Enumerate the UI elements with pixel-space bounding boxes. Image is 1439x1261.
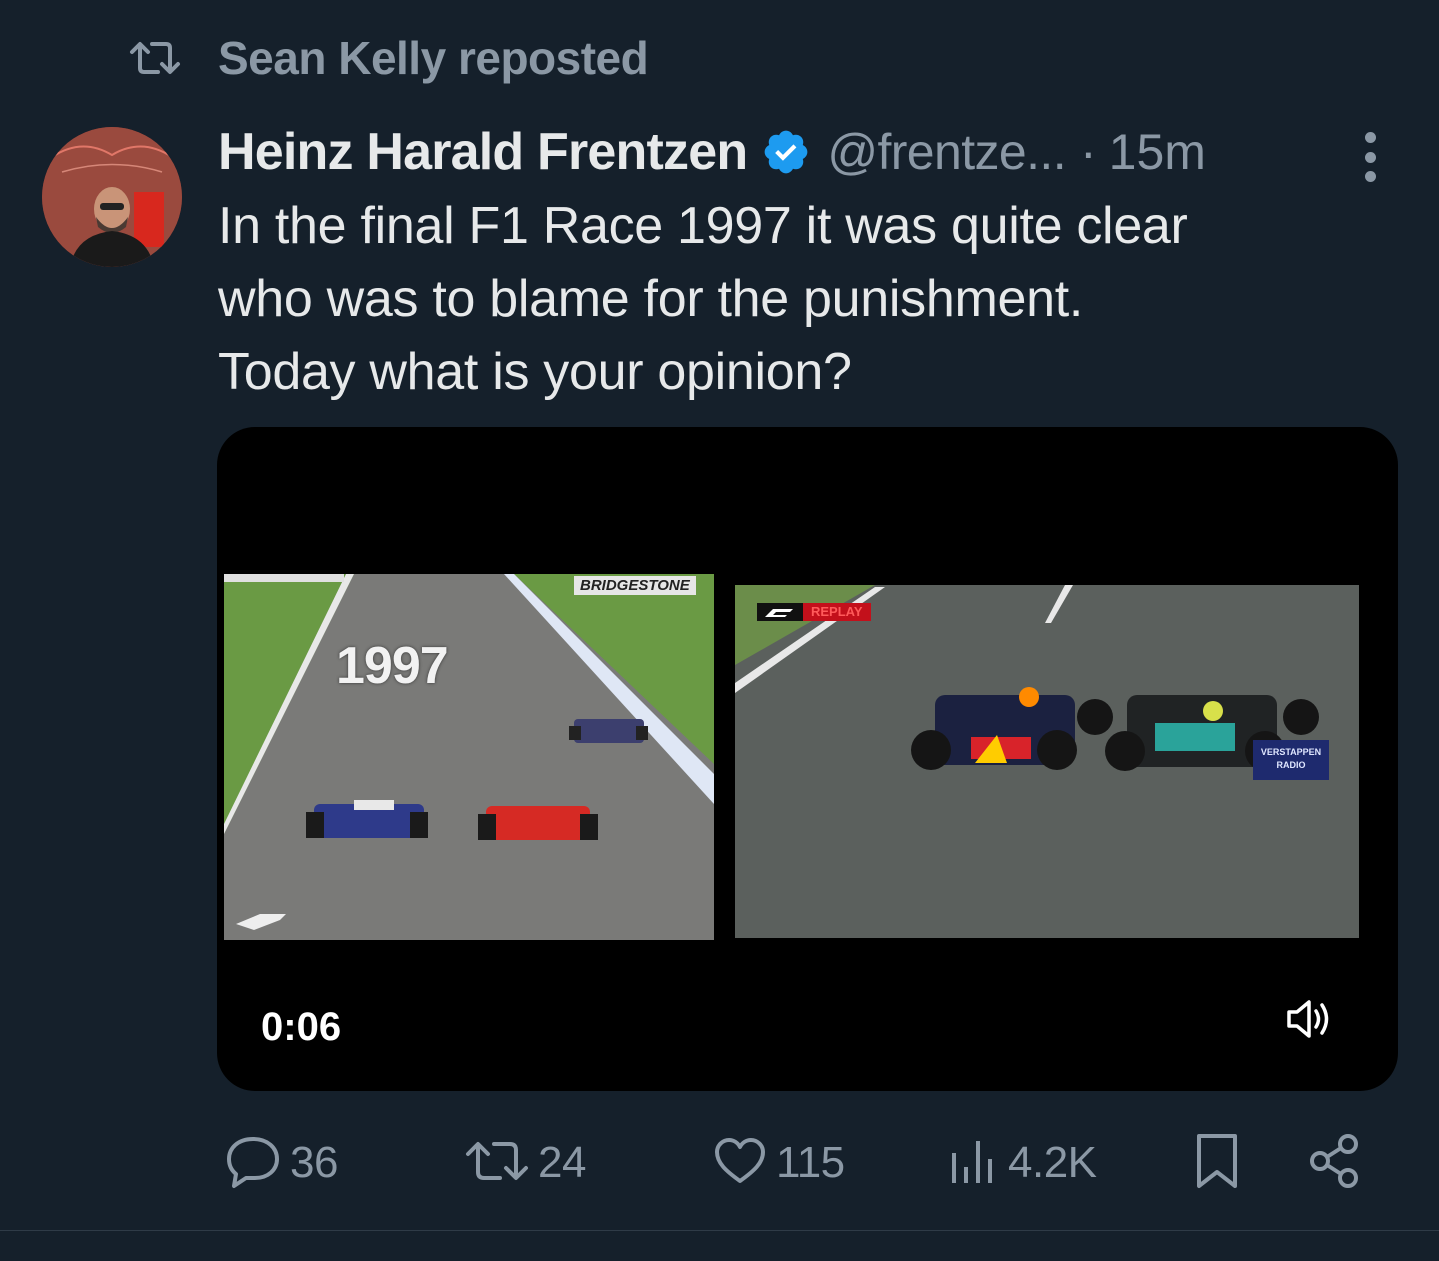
tweet-header: Heinz Harald Frentzen @frentze... · 15m: [218, 120, 1398, 184]
tweet-text-line: Today what is your opinion?: [218, 343, 852, 401]
views-button[interactable]: 4.2K: [946, 1130, 1097, 1196]
heart-icon: [712, 1135, 768, 1192]
tweet-text: In the final F1 Race 1997 it was quite c…: [218, 190, 1378, 409]
tweet-page: Sean Kelly reposted Heinz Harald Frentze…: [0, 0, 1439, 1261]
separator-dot: ·: [1080, 124, 1097, 180]
tweet-text-line: In the final F1 Race 1997 it was quite c…: [218, 197, 1188, 255]
like-count: 115: [776, 1138, 845, 1187]
verified-badge-icon[interactable]: [761, 127, 811, 177]
video-frame-left: 1997 BRIDGESTONE: [224, 574, 714, 940]
video-overlay-year: 1997: [336, 637, 449, 695]
repost-count: 24: [538, 1138, 586, 1187]
author-handle[interactable]: @frentze...: [827, 123, 1066, 181]
like-button[interactable]: 115: [712, 1130, 845, 1196]
radio-badge: VERSTAPPEN RADIO: [1253, 740, 1329, 780]
repost-icon: [128, 38, 182, 78]
radio-badge-line: VERSTAPPEN: [1260, 747, 1322, 757]
reply-icon: [224, 1133, 282, 1194]
reply-count: 36: [290, 1138, 338, 1187]
volume-icon[interactable]: [1285, 997, 1335, 1041]
repost-button[interactable]: 24: [464, 1130, 586, 1196]
timestamp[interactable]: 15m: [1109, 123, 1206, 181]
share-icon: [1306, 1132, 1364, 1195]
video-player[interactable]: 1997 BRIDGESTONE REPLAY VERSTAPPEN RADIO…: [217, 427, 1398, 1091]
video-frame-right: REPLAY VERSTAPPEN RADIO: [735, 585, 1359, 938]
video-duration: 0:06: [261, 1005, 342, 1049]
repost-icon: [464, 1136, 530, 1191]
avatar[interactable]: [42, 127, 182, 267]
radio-badge-line: RADIO: [1276, 760, 1306, 770]
divider: [0, 1230, 1439, 1231]
action-bar: 36 24 115 4.2K: [0, 1130, 1439, 1196]
sponsor-banner: BRIDGESTONE: [574, 576, 696, 595]
f1-logo-icon: [757, 603, 803, 621]
replay-badge-text: REPLAY: [803, 603, 871, 621]
bookmark-button[interactable]: [1190, 1130, 1244, 1196]
tweet-text-line: who was to blame for the punishment.: [218, 270, 1083, 328]
share-button[interactable]: [1306, 1130, 1364, 1196]
repost-label: Sean Kelly reposted: [218, 32, 649, 84]
views-count: 4.2K: [1008, 1138, 1097, 1187]
reply-button[interactable]: 36: [224, 1130, 338, 1196]
author-name[interactable]: Heinz Harald Frentzen: [218, 122, 748, 182]
analytics-icon: [946, 1135, 1000, 1192]
repost-indicator[interactable]: Sean Kelly reposted: [128, 30, 649, 86]
track-scene-1997: [224, 574, 714, 940]
more-options-icon[interactable]: [1352, 132, 1388, 182]
replay-badge: REPLAY: [757, 603, 871, 621]
bookmark-icon: [1190, 1131, 1244, 1196]
